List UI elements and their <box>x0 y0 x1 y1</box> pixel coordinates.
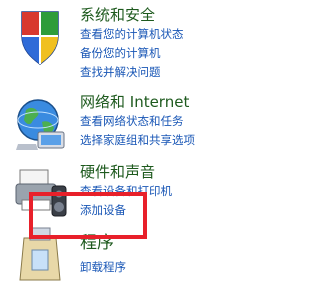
category-title-network-internet[interactable]: 网络和 Internet <box>80 93 189 111</box>
category-title-programs[interactable]: 程序 <box>80 234 114 252</box>
category-title-hardware-sound[interactable]: 硬件和声音 <box>80 163 155 181</box>
link-view-computer-status[interactable]: 查看您的计算机状态 <box>80 27 184 41</box>
link-troubleshoot[interactable]: 查找并解决问题 <box>80 65 161 79</box>
link-add-device[interactable]: 添加设备 <box>80 203 126 217</box>
link-homegroup-sharing[interactable]: 选择家庭组和共享选项 <box>80 133 195 147</box>
link-uninstall-program[interactable]: 卸载程序 <box>80 260 126 274</box>
programs-box-icon[interactable] <box>8 224 72 288</box>
printer-speaker-icon[interactable] <box>8 160 72 224</box>
category-title-system-security[interactable]: 系统和安全 <box>80 6 155 24</box>
security-shield-icon[interactable] <box>8 6 72 70</box>
link-backup-computer[interactable]: 备份您的计算机 <box>80 46 161 60</box>
link-view-network-status[interactable]: 查看网络状态和任务 <box>80 114 184 128</box>
link-devices-printers[interactable]: 查看设备和打印机 <box>80 184 172 198</box>
network-globe-icon[interactable] <box>8 92 72 156</box>
